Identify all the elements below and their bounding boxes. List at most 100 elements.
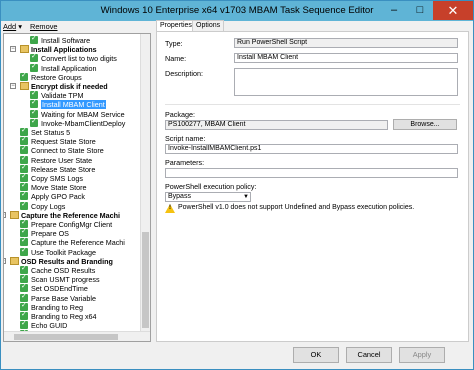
task-sequence-tree[interactable]: Scan Installed AppsEcho GUIDBranding to … (3, 33, 151, 342)
maximize-button[interactable]: □ (407, 1, 433, 20)
checkmark-icon (30, 34, 38, 44)
checkmark-icon (20, 181, 28, 192)
warning-icon (165, 204, 175, 213)
folder-icon (20, 82, 29, 90)
parameters-input[interactable] (165, 168, 458, 178)
tree-horizontal-scrollbar[interactable] (4, 331, 150, 341)
tree-step[interactable]: Prepare OS (4, 227, 140, 239)
tree-item-label: Convert list to two digits (41, 54, 117, 64)
tree-step[interactable]: Echo GUID (4, 319, 140, 330)
execution-policy-label: PowerShell execution policy: (165, 182, 257, 191)
tree-step[interactable]: Restore Groups (4, 71, 140, 82)
close-button[interactable]: ✕ (433, 1, 473, 20)
tree-item-label: Install MBAM Client (41, 100, 106, 110)
browse-button[interactable]: Browse... (393, 119, 457, 130)
name-input[interactable]: Install MBAM Client (234, 53, 458, 63)
tree-group[interactable]: − Encrypt disk if needed (4, 82, 140, 91)
checkmark-icon (20, 246, 28, 256)
tree-step[interactable]: Apply GPO Pack (4, 190, 140, 201)
add-menu-label: Add (3, 22, 17, 31)
tree-step[interactable]: Move State Store (4, 181, 140, 193)
folder-icon (10, 256, 19, 265)
tree-group[interactable]: − Install Applications (4, 45, 140, 54)
checkmark-icon (20, 218, 28, 228)
tree-step[interactable]: Install Application (4, 62, 140, 73)
title-bar[interactable]: Windows 10 Enterprise x64 v1703 MBAM Tas… (1, 1, 473, 21)
tree-step[interactable]: Set Status 5 (4, 126, 140, 137)
remove-button[interactable]: Remove (30, 22, 58, 31)
tree-step[interactable]: Install MBAM Client (4, 98, 140, 110)
tree-step[interactable]: Install Software (4, 34, 140, 45)
tree-item-label: Use Toolkit Package (31, 247, 96, 257)
minimize-button[interactable]: – (381, 1, 407, 20)
tree-step[interactable]: Capture the Reference Machi (4, 236, 140, 248)
tree-item-label: Install Applications (31, 45, 97, 55)
tree-step[interactable]: Copy Logs (4, 200, 140, 211)
tree-vertical-scrollbar[interactable] (140, 34, 150, 332)
ok-button[interactable]: OK (293, 347, 339, 363)
tree-step[interactable]: Request State Store (4, 135, 140, 146)
tree-item-label: Prepare OS (31, 229, 69, 239)
tree-step[interactable]: Connect to State Store (4, 144, 140, 156)
task-sequence-editor-window: Windows 10 Enterprise x64 v1703 MBAM Tas… (0, 0, 474, 370)
cancel-button[interactable]: Cancel (346, 347, 392, 363)
checkmark-icon (20, 126, 28, 136)
tree-item-label: Install Application (41, 63, 97, 73)
collapse-icon[interactable]: − (4, 257, 6, 264)
tab-properties[interactable]: Properties (156, 20, 196, 31)
tree-item-label: Capture the Reference Machi (31, 238, 125, 248)
execution-policy-value: Bypass (168, 193, 191, 200)
tree-group[interactable]: − OSD Results and Branding (4, 256, 140, 266)
collapse-icon[interactable]: − (4, 211, 6, 218)
collapse-icon[interactable]: − (10, 83, 16, 89)
tree-step[interactable]: Validate TPM (4, 89, 140, 101)
tree-item-label: Branding to Reg x64 (31, 312, 97, 321)
tree-step[interactable]: Copy SMS Logs (4, 172, 140, 183)
tree-step[interactable]: Waiting for MBAM Service (4, 108, 140, 119)
tree-item-label: Prepare ConfigMgr Client (31, 220, 113, 229)
package-label: Package: (165, 110, 195, 119)
description-input[interactable] (234, 68, 458, 96)
checkmark-icon (20, 227, 28, 238)
tree-item-label: Restore Groups (31, 72, 82, 82)
tree-item-label: Move State Store (31, 183, 87, 193)
checkmark-icon (20, 71, 28, 81)
properties-panel: Type: Run PowerShell Script Name: Instal… (156, 31, 469, 342)
checkmark-icon (20, 236, 28, 247)
tree-step[interactable]: Cache OSD Results (4, 264, 140, 275)
tree-step[interactable]: Branding to Reg x64 (4, 310, 140, 321)
checkmark-icon (30, 108, 38, 118)
script-name-input[interactable]: Invoke-InstallMBAMClient.ps1 (165, 144, 458, 154)
package-field: PS100277, MBAM Client (165, 120, 388, 130)
chevron-down-icon: ▼ (243, 194, 249, 200)
checkmark-icon (20, 144, 28, 155)
tree-group[interactable]: − Capture the Reference Machi (4, 210, 140, 220)
tree-step[interactable]: Release State Store (4, 163, 140, 174)
apply-button[interactable]: Apply (399, 347, 445, 363)
tree-step[interactable]: Prepare ConfigMgr Client (4, 218, 140, 229)
description-label: Description: (165, 69, 203, 78)
tree-item-label: Restore User State (31, 155, 93, 165)
execution-policy-select[interactable]: Bypass ▼ (165, 192, 251, 202)
tree-step[interactable]: Invoke-MbamClientDeploy (4, 117, 140, 128)
tree-step[interactable]: Branding to Reg (4, 301, 140, 312)
parameters-label: Parameters: (165, 158, 205, 167)
tree-item-label: Capture the Reference Machi (21, 210, 121, 220)
tree-item-label: Invoke-MbamClientDeploy (41, 118, 126, 128)
tree-vscroll-thumb[interactable] (142, 232, 149, 328)
folder-icon (20, 45, 29, 54)
collapse-icon[interactable]: − (10, 46, 16, 53)
tree-item-label: Connect to State Store (31, 146, 104, 156)
tree-step[interactable]: Use Toolkit Package (4, 246, 140, 257)
tab-options[interactable]: Options (192, 20, 225, 31)
tree-item-label: Validate TPM (41, 91, 84, 101)
tree-step[interactable]: Restore User State (4, 154, 140, 165)
tree-step[interactable]: Set OSDEndTime (4, 282, 140, 293)
checkmark-icon (20, 154, 28, 164)
add-menu[interactable]: Add ▾ (3, 22, 22, 31)
tree-step[interactable]: Scan USMT progress (4, 273, 140, 284)
checkmark-icon (20, 319, 28, 330)
tree-hscroll-thumb[interactable] (14, 334, 118, 340)
tree-step[interactable]: Parse Base Variable (4, 292, 140, 303)
tree-step[interactable]: Convert list to two digits (4, 52, 140, 64)
